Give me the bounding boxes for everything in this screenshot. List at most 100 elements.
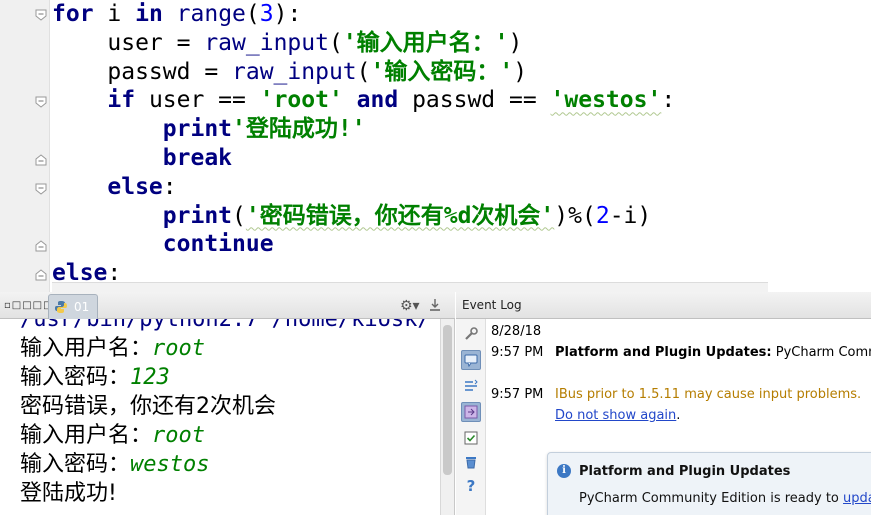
- clear-all-trash-icon[interactable]: [461, 452, 481, 472]
- run-tool-label[interactable]: ▫□□□□: [0, 292, 54, 319]
- editor-gutter: [0, 0, 50, 292]
- code-token: '登陆成功!': [232, 116, 366, 143]
- code-token: (: [245, 1, 260, 27]
- fold-end-icon[interactable]: [35, 240, 47, 252]
- console-line: 密码错误，你还有2次机会: [20, 392, 431, 421]
- checklist-icon[interactable]: [461, 428, 481, 448]
- console-line: 输入密码：westos: [20, 450, 431, 479]
- code-token: 3: [259, 1, 274, 27]
- code-token: 2: [595, 202, 610, 229]
- code-line[interactable]: print'登陆成功!': [52, 115, 675, 144]
- code-token: print: [162, 202, 233, 229]
- event-title: Platform and Plugin Updates:: [555, 345, 772, 360]
- console-line: /usr/bin/python2.7 /home/kiosk/: [20, 319, 431, 334]
- code-token: (: [328, 29, 343, 56]
- console-prompt: 登陆成功!: [20, 481, 117, 506]
- mark-all-read-icon[interactable]: [461, 402, 481, 422]
- code-token: -i): [609, 202, 652, 229]
- code-token: 'root': [259, 87, 343, 114]
- update-notification-balloon[interactable]: i Platform and Plugin Updates PyCharm Co…: [547, 452, 871, 515]
- code-token: (: [232, 202, 246, 229]
- code-token: '密码错误，你还有%d次机会': [245, 202, 555, 229]
- code-editor[interactable]: for i in range(3): user = raw_input('输入用…: [0, 0, 871, 292]
- run-tab-label: 01: [74, 300, 90, 314]
- code-token: :: [661, 87, 676, 114]
- event-log-title: Event Log: [462, 298, 522, 312]
- console-line: 登陆成功!: [20, 479, 431, 508]
- code-token: range: [176, 1, 246, 27]
- code-token: user ==: [135, 87, 260, 114]
- console-line: 输入用户名：root: [20, 421, 431, 450]
- event-entry-link-row: Do not show again.: [555, 408, 681, 423]
- code-token: ): [513, 58, 528, 85]
- gear-icon[interactable]: ⚙▾: [400, 298, 420, 314]
- show-balloons-icon[interactable]: [461, 350, 481, 370]
- event-log-toolbar: ?: [456, 319, 486, 515]
- code-token: else: [107, 173, 163, 200]
- fold-marker-icon[interactable]: [35, 183, 47, 195]
- code-token: if: [107, 87, 136, 114]
- console-lines: /usr/bin/python2.7 /home/kiosk/输入用户名：roo…: [20, 319, 431, 508]
- editor-horizontal-scrollbar[interactable]: [52, 282, 768, 292]
- code-token: )%(: [554, 202, 596, 229]
- notification-body: PyCharm Community Edition is ready to: [579, 491, 844, 506]
- console-vertical-scrollbar[interactable]: [440, 319, 454, 515]
- code-line[interactable]: else:: [52, 173, 675, 202]
- console-user-input: root: [152, 423, 205, 448]
- console-user-input: westos: [130, 452, 210, 477]
- fold-marker-icon[interactable]: [35, 96, 47, 108]
- code-token: passwd =: [52, 58, 233, 85]
- help-icon[interactable]: ?: [461, 476, 481, 496]
- code-line[interactable]: print('密码错误，你还有%d次机会')%(2-i): [52, 202, 675, 231]
- code-token: print: [162, 116, 233, 143]
- do-not-show-again-link[interactable]: Do not show again: [555, 408, 676, 423]
- fold-end-icon[interactable]: [35, 269, 47, 281]
- console-command-path: /usr/bin/python2.7 /home/kiosk/: [20, 319, 431, 332]
- console-prompt: 输入密码：: [20, 365, 131, 390]
- event-text: PyCharm Community: [775, 345, 871, 360]
- notification-text: PyCharm Community Edition is ready to up…: [579, 491, 871, 506]
- code-token: (: [356, 58, 371, 85]
- code-token: raw_input: [232, 58, 357, 85]
- code-line[interactable]: for i in range(3):: [52, 0, 675, 29]
- code-line[interactable]: passwd = raw_input('输入密码：'): [52, 58, 675, 87]
- event-log-header: Event Log: [456, 292, 871, 319]
- update-link[interactable]: upda: [843, 491, 871, 506]
- console-line: 输入用户名：root: [20, 334, 431, 363]
- code-token: passwd ==: [398, 87, 551, 114]
- code-lines[interactable]: for i in range(3): user = raw_input('输入用…: [52, 0, 675, 288]
- run-tab-01[interactable]: 01: [48, 294, 98, 319]
- console-prompt: 输入密码：: [20, 452, 131, 477]
- event-entry: 9:57 PM Platform and Plugin Updates: PyCh…: [491, 345, 871, 360]
- code-token: for: [52, 1, 94, 27]
- console-output[interactable]: /usr/bin/python2.7 /home/kiosk/输入用户名：roo…: [0, 319, 440, 515]
- console-line: 输入密码：123: [20, 363, 431, 392]
- info-icon: i: [557, 464, 571, 478]
- console-prompt: 密码错误，你还有2次机会: [20, 394, 276, 419]
- code-line[interactable]: break: [52, 144, 675, 173]
- console-prompt: 输入用户名：: [20, 423, 153, 448]
- settings-wrench-icon[interactable]: [461, 324, 481, 344]
- notification-title: Platform and Plugin Updates: [579, 464, 791, 479]
- code-token: in: [135, 1, 163, 27]
- console-prompt: 输入用户名：: [20, 336, 153, 361]
- code-line[interactable]: if user == 'root' and passwd == 'westos'…: [52, 86, 675, 115]
- fold-marker-icon[interactable]: [35, 9, 47, 21]
- run-panel: ▫□□□□ 01 ⚙▾ /usr/bin/python2.7 /home/kio…: [0, 292, 455, 515]
- code-token: '输入密码：': [370, 58, 514, 85]
- code-token: continue: [162, 231, 274, 258]
- code-line[interactable]: continue: [52, 230, 675, 259]
- event-entry: 9:57 PM IBus prior to 1.5.11 may cause in…: [491, 387, 861, 402]
- pin-icon[interactable]: [428, 297, 442, 313]
- scroll-to-end-icon[interactable]: [461, 376, 481, 396]
- console-user-input: 123: [130, 365, 170, 390]
- fold-end-icon[interactable]: [35, 154, 47, 166]
- code-token: break: [162, 144, 233, 171]
- code-line[interactable]: user = raw_input('输入用户名：'): [52, 29, 675, 58]
- scrollbar-thumb[interactable]: [443, 325, 452, 475]
- event-time: 9:57 PM: [491, 387, 544, 402]
